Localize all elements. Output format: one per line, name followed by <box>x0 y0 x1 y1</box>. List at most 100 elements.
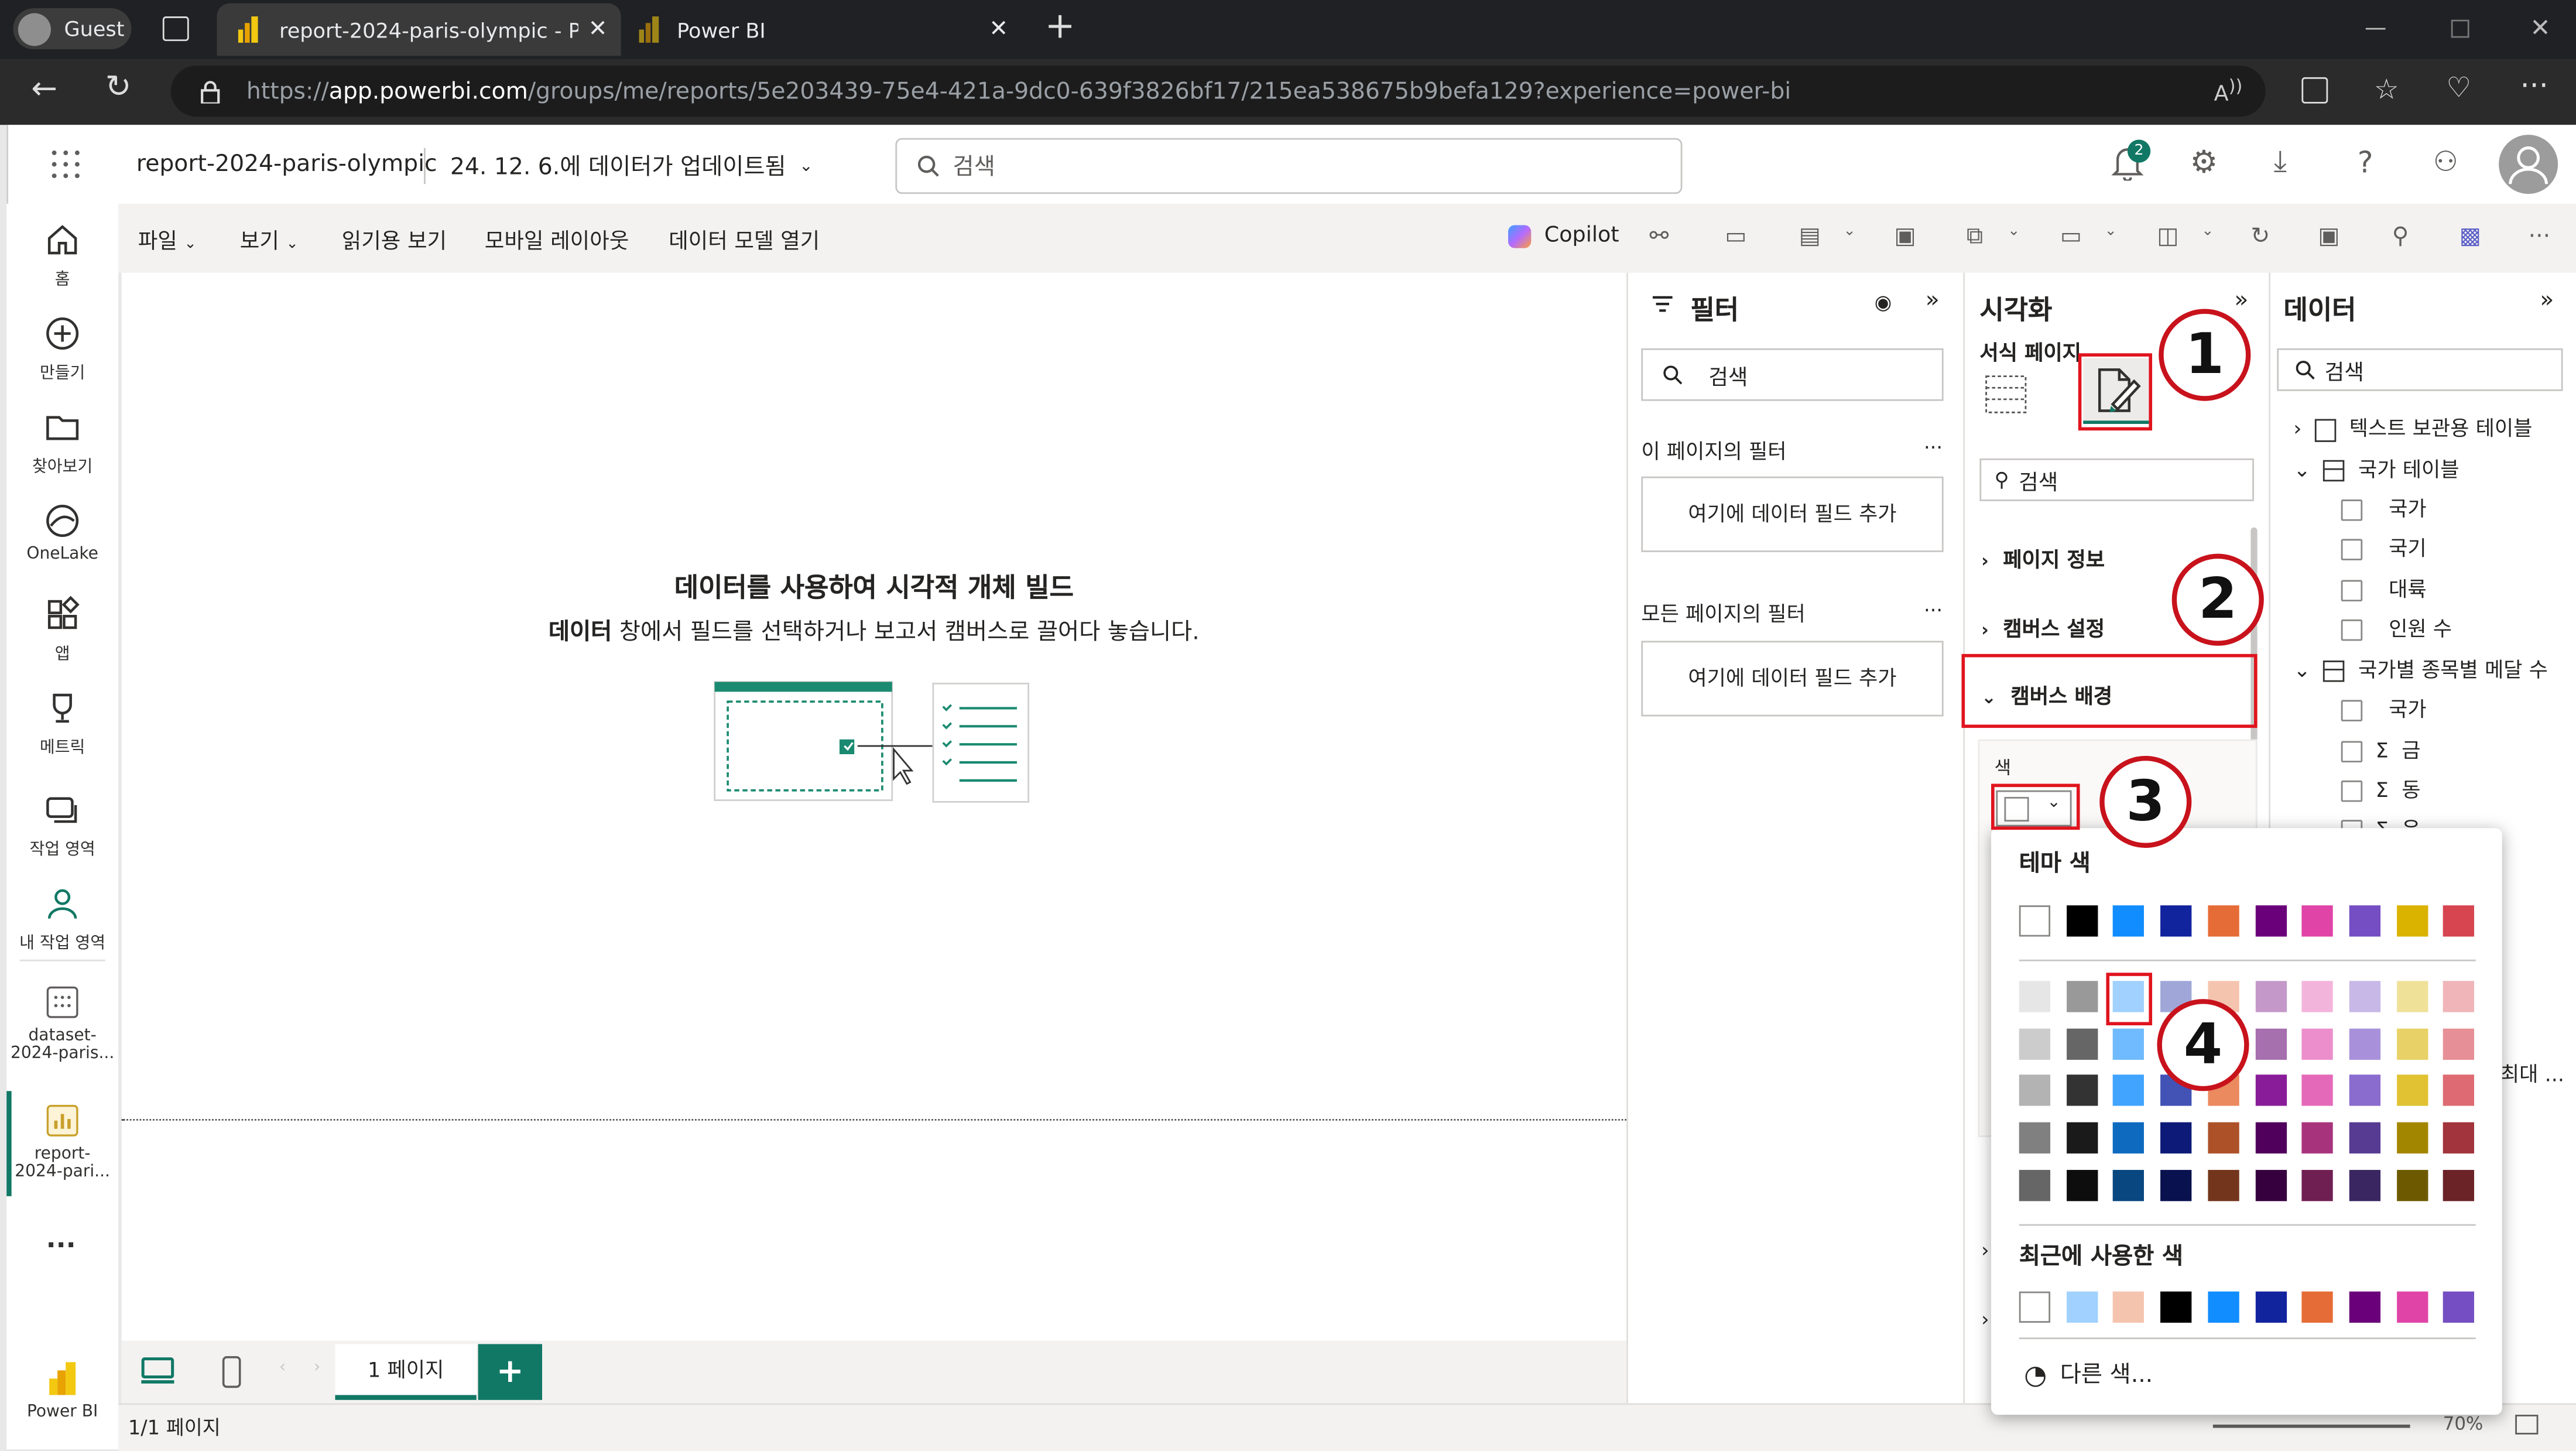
theme-color-swatch[interactable] <box>2396 905 2428 937</box>
shade-color-swatch[interactable] <box>2349 1122 2380 1154</box>
data-table-medals[interactable]: ⌄ 국가별 종목별 메달 수 <box>2293 652 2548 683</box>
data-field[interactable]: 대륙 <box>2341 572 2427 603</box>
present-icon[interactable]: ▭ <box>2060 224 2082 250</box>
report-canvas[interactable]: 데이터를 사용하여 시각적 개체 빌드 데이터 창에서 필드를 선택하거나 보고… <box>121 272 1627 1341</box>
add-page-button[interactable]: + <box>478 1344 543 1400</box>
binoculars-icon[interactable]: ⚯ <box>1649 224 1669 250</box>
global-search[interactable]: 검색 <box>895 138 1683 194</box>
nav-browse[interactable]: 찾아보기 <box>6 408 118 477</box>
tab-report[interactable]: report-2024-paris-olympic - Powæ ✕ <box>217 3 621 56</box>
shade-color-swatch[interactable] <box>2066 1122 2098 1154</box>
shade-color-swatch[interactable] <box>2349 1075 2380 1107</box>
data-updated-label[interactable]: 24. 12. 6.에 데이터가 업데이트됨 ⌄ <box>450 149 813 182</box>
field-checkbox[interactable] <box>2341 700 2363 721</box>
shade-color-swatch[interactable] <box>2349 1169 2380 1201</box>
shade-color-swatch[interactable] <box>2113 1028 2145 1060</box>
theme-color-swatch[interactable] <box>2066 905 2098 937</box>
theme-color-swatch[interactable] <box>2113 905 2145 937</box>
recent-color-swatch[interactable] <box>2301 1291 2334 1323</box>
field-checkbox[interactable] <box>2341 619 2363 641</box>
notifications-button[interactable]: 2 <box>2111 139 2151 184</box>
address-bar[interactable]: https://app.powerbi.com/groups/me/report… <box>170 66 2266 117</box>
shade-color-swatch[interactable] <box>2113 1075 2145 1107</box>
reading-view-button[interactable]: 읽기용 보기 <box>342 224 447 255</box>
data-field[interactable]: 인원 수 <box>2341 611 2452 642</box>
notes-icon[interactable]: ▣ <box>1894 224 1916 250</box>
more-options-icon[interactable]: ··· <box>2529 224 2550 250</box>
collapse-viz-icon[interactable]: » <box>2234 288 2248 314</box>
shade-color-swatch[interactable] <box>2066 981 2098 1012</box>
restore-icon[interactable] <box>2451 19 2469 38</box>
copilot-button[interactable]: Copilot <box>1508 224 1619 248</box>
theme-color-swatch[interactable] <box>2255 905 2286 937</box>
nav-apps[interactable]: 앱 <box>6 595 118 664</box>
file-menu[interactable]: 파일 ⌄ <box>138 224 197 255</box>
shade-color-swatch[interactable] <box>2349 1028 2380 1060</box>
shade-color-swatch[interactable] <box>2066 1028 2098 1060</box>
shade-color-swatch[interactable] <box>2113 1122 2145 1154</box>
data-field[interactable]: Σ동 <box>2341 772 2421 803</box>
shade-color-swatch[interactable] <box>2349 981 2380 1012</box>
window-close-icon[interactable]: ✕ <box>2530 13 2550 43</box>
scroll-right-icon[interactable]: › <box>314 1359 320 1377</box>
tab-close-icon[interactable]: ✕ <box>989 16 1008 43</box>
feedback-icon[interactable]: ⚇ <box>2433 146 2458 179</box>
recent-color-swatch[interactable] <box>2066 1291 2098 1323</box>
help-icon[interactable]: ? <box>2358 146 2373 181</box>
viz-search-input[interactable]: ⚲ 검색 <box>1979 458 2254 501</box>
field-checkbox[interactable] <box>2341 499 2363 521</box>
shade-color-swatch[interactable] <box>2019 1028 2051 1060</box>
chevron-down-icon[interactable]: ⌄ <box>2201 224 2214 240</box>
shade-color-swatch[interactable] <box>2255 1122 2286 1154</box>
this-page-more-icon[interactable]: ... <box>1924 430 1943 453</box>
eye-icon[interactable]: ◉ <box>1875 291 1892 314</box>
tab-close-icon[interactable]: ✕ <box>588 16 608 43</box>
teams-icon[interactable]: ▩ <box>2459 224 2481 250</box>
new-tab-icon[interactable]: + <box>1045 6 1075 47</box>
nav-more-icon[interactable]: ... <box>46 1223 76 1254</box>
view-icon[interactable]: ◫ <box>2157 224 2178 250</box>
field-checkbox[interactable] <box>2341 539 2363 560</box>
collapse-data-icon[interactable]: » <box>2540 288 2554 314</box>
subscribe-icon[interactable]: ▤ <box>1799 224 1821 250</box>
profile-button[interactable]: Guest <box>13 8 132 50</box>
theme-color-swatch[interactable] <box>2443 905 2475 937</box>
all-pages-more-icon[interactable]: ... <box>1924 593 1943 616</box>
mobile-layout-button[interactable]: 모바일 레이아웃 <box>485 224 629 255</box>
shade-color-swatch[interactable] <box>2019 1122 2051 1154</box>
recent-color-swatch[interactable] <box>2255 1291 2286 1323</box>
shade-color-swatch[interactable] <box>2396 1075 2428 1107</box>
nav-my-workspace[interactable]: 내 작업 영역 <box>6 884 118 953</box>
shade-color-swatch[interactable] <box>2301 1075 2334 1107</box>
recent-color-swatch[interactable] <box>2396 1291 2428 1323</box>
settings-gear-icon[interactable]: ⚙ <box>2190 145 2218 181</box>
refresh-visuals-icon[interactable]: ↻ <box>2250 224 2270 250</box>
field-checkbox[interactable] <box>2341 741 2363 763</box>
data-field[interactable]: 국가 <box>2341 491 2427 522</box>
shade-color-swatch[interactable] <box>2396 1028 2428 1060</box>
filters-search-input[interactable]: 검색 <box>1641 348 1944 401</box>
shade-color-swatch[interactable] <box>2301 1169 2334 1201</box>
report-name[interactable]: report-2024-paris-olympic <box>136 151 437 177</box>
chevron-right-icon[interactable]: › <box>1981 1216 1989 1285</box>
build-visual-icon[interactable] <box>1985 375 2027 414</box>
zoom-slider[interactable] <box>2212 1424 2410 1428</box>
shade-color-swatch[interactable] <box>2207 1122 2239 1154</box>
shade-color-swatch[interactable] <box>2066 1075 2098 1107</box>
favorites-icon[interactable]: ☆ <box>2374 74 2399 107</box>
shade-color-swatch[interactable] <box>2301 981 2334 1012</box>
nav-workspaces[interactable]: 작업 영역 <box>6 790 118 860</box>
zoom-level[interactable]: 70% <box>2443 1413 2483 1434</box>
nav-dataset[interactable]: dataset- 2024-paris... <box>6 983 118 1063</box>
fit-to-page-icon[interactable] <box>2515 1415 2539 1435</box>
scroll-left-icon[interactable]: ‹ <box>279 1359 286 1377</box>
shade-color-swatch[interactable] <box>2019 981 2051 1012</box>
chevron-down-icon[interactable]: ⌄ <box>1843 224 1855 240</box>
shade-color-swatch[interactable] <box>2396 1169 2428 1201</box>
nav-create[interactable]: 만들기 <box>6 314 118 383</box>
desktop-layout-icon[interactable] <box>140 1356 176 1388</box>
data-field[interactable]: 국기 <box>2341 531 2427 562</box>
pin-icon[interactable]: ⚲ <box>2392 224 2409 250</box>
data-search-input[interactable]: 검색 <box>2277 348 2563 391</box>
shade-color-swatch[interactable] <box>2443 981 2475 1012</box>
